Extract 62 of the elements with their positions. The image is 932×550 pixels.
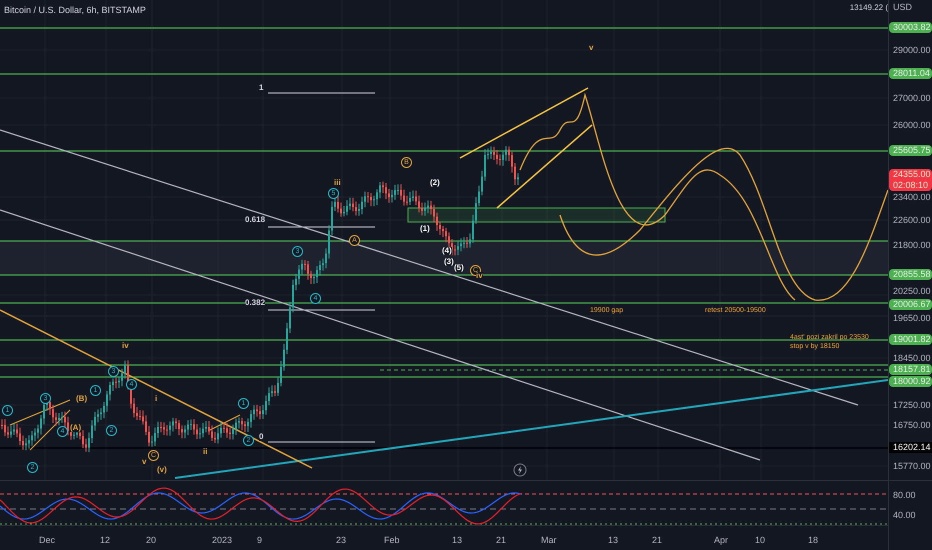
currency-label: USD <box>892 2 914 13</box>
price-tick-label: 29000.00 <box>892 45 932 56</box>
price-line-badge: 28011.04 <box>889 68 932 79</box>
price-tick-label: 17250.00 <box>892 400 932 411</box>
price-line-badge: 30003.82 <box>889 22 932 33</box>
wave-label: (4) <box>442 247 452 255</box>
time-axis-label: 23 <box>336 534 346 547</box>
time-axis-label: Dec <box>39 534 56 547</box>
wave-label: v <box>142 458 146 466</box>
price-tick-label: 20250.00 <box>892 286 932 297</box>
wave-label: (A) <box>70 424 82 432</box>
time-axis-label: Apr <box>714 534 728 547</box>
price-tick-label: 23400.00 <box>892 192 932 203</box>
time-axis-label: 21 <box>496 534 506 547</box>
wave-label: iii <box>334 179 341 187</box>
price-line-badge: 18000.92 <box>889 376 932 387</box>
wave-label: ii <box>203 448 208 456</box>
oscillator-tick-label: 80.00 <box>892 489 917 502</box>
wave-label: (B) <box>76 395 88 403</box>
price-tick-label: 16750.00 <box>892 420 932 431</box>
wave-label: iv <box>122 342 129 350</box>
time-axis-label: 9 <box>257 534 262 547</box>
time-axis-label: 20 <box>146 534 156 547</box>
time-axis-label: 2023 <box>212 534 232 547</box>
price-tick-label: 18450.00 <box>892 353 932 364</box>
price-tick-label: 27000.00 <box>892 93 932 104</box>
oscillator-tick-label: 40.00 <box>892 509 917 522</box>
wave-label: 0 <box>259 433 264 441</box>
time-axis-label: Feb <box>384 534 400 547</box>
price-tick-label: 22600.00 <box>892 215 932 226</box>
price-tick-label: 19650.00 <box>892 313 932 324</box>
price-tick-label: 15770.00 <box>892 461 932 472</box>
wave-label: (1) <box>420 225 430 233</box>
time-axis-label: 12 <box>100 534 110 547</box>
price-tick-label: 21800.00 <box>892 240 932 251</box>
high-price-label: 13149.22 ( <box>850 2 888 14</box>
price-line-badge: 20006.67 <box>889 299 932 310</box>
price-line-badge: 20855.58 <box>889 269 932 280</box>
time-axis-label: 10 <box>755 534 766 547</box>
wave-label: 0.382 <box>245 299 266 307</box>
wave-label: (3) <box>444 258 454 266</box>
wave-label: (v) <box>157 466 167 474</box>
price-line-badge: 18157.81 <box>889 364 932 375</box>
time-axis-label: 21 <box>652 534 662 547</box>
channel-line <box>210 414 240 430</box>
price-marker-badge: 16202.14 <box>889 442 932 453</box>
price-line-badge: 25605.75 <box>889 145 932 156</box>
wave-label: i <box>155 395 158 403</box>
time-axis-label: 18 <box>808 534 818 547</box>
time-axis-label: 13 <box>608 534 618 547</box>
wave-label: v <box>589 44 594 52</box>
chart-title: Bitcoin / U.S. Dollar, 6h, BITSTAMP <box>4 4 146 17</box>
wave-label: iv <box>476 272 483 280</box>
current-price-badge: 24355.00 02:08:10 <box>889 169 932 191</box>
wave-label: 1 <box>259 84 264 92</box>
time-axis-label: 13 <box>452 534 462 547</box>
time-axis-label: Mar <box>541 534 556 547</box>
wave-label: (2) <box>430 179 440 187</box>
wave-label: 0.618 <box>245 216 266 224</box>
price-tick-label: 26000.00 <box>892 120 932 131</box>
price-line-badge: 19001.82 <box>889 334 932 345</box>
wave-label: (5) <box>454 264 464 272</box>
